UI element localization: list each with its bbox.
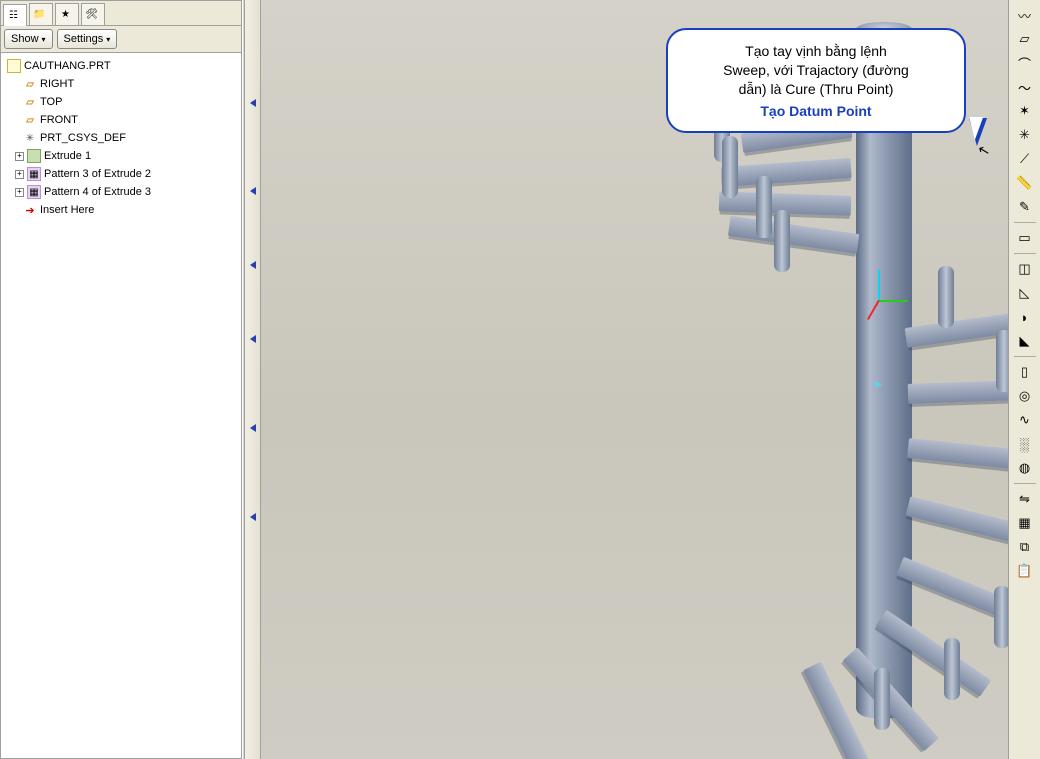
stair-step <box>896 557 1008 623</box>
annotation-callout: Tạo tay vịnh bằng lệnh Sweep, với Trajac… <box>666 28 966 133</box>
draft-icon[interactable]: ◺ <box>1012 281 1038 305</box>
baluster <box>874 668 890 730</box>
model-tree[interactable]: CAUTHANG.PRT ▱ RIGHT ▱ TOP ▱ FRONT ✳ PRT… <box>1 53 241 758</box>
stair-step <box>905 313 1008 348</box>
settings-button[interactable]: Settings <box>57 29 118 49</box>
ruler-marks <box>247 10 258 749</box>
extrude-icon <box>27 149 41 163</box>
tree-insert-here[interactable]: ➔ Insert Here <box>3 201 239 219</box>
axis-icon[interactable]: ⟋ <box>1012 147 1038 171</box>
show-button[interactable]: Show <box>4 29 53 49</box>
baluster <box>944 638 960 700</box>
tools-icon: 🛠 <box>85 8 99 22</box>
model-tree-panel: ☷ 📁 ★ 🛠 Show Settings CAUTHANG.PRT ▱ RIG… <box>0 0 242 759</box>
separator <box>1014 253 1036 254</box>
tree-plane-right[interactable]: ▱ RIGHT <box>3 75 239 93</box>
callout-line2: Sweep, với Trajactory (đường <box>682 61 950 80</box>
hole-icon[interactable]: ◍ <box>1012 456 1038 480</box>
tree-plane-front[interactable]: ▱ FRONT <box>3 111 239 129</box>
tree-root-label: CAUTHANG.PRT <box>24 60 111 72</box>
sidebar-buttons: Show Settings <box>1 26 241 53</box>
baluster <box>994 586 1008 648</box>
expand-icon[interactable]: + <box>15 170 24 179</box>
analysis-icon[interactable]: 📏 <box>1012 171 1038 195</box>
baluster <box>756 176 772 238</box>
tab-model-tree[interactable]: ☷ <box>3 4 27 26</box>
stair-step <box>907 438 1008 472</box>
copy-icon[interactable]: ⧉ <box>1012 535 1038 559</box>
spin-center-icon: ▸ <box>875 375 882 392</box>
mirror-icon[interactable]: ⇋ <box>1012 487 1038 511</box>
revolve-icon[interactable]: ◎ <box>1012 384 1038 408</box>
ruler-caret-icon <box>250 99 256 107</box>
rectangle-icon[interactable]: ▱ <box>1012 27 1038 51</box>
expand-icon[interactable]: + <box>15 152 24 161</box>
separator <box>1014 222 1036 223</box>
datum-point-icon[interactable]: ✶ <box>1012 99 1038 123</box>
insert-arrow-icon: ➔ <box>23 203 37 217</box>
coord-sys-icon[interactable]: ✳ <box>1012 123 1038 147</box>
tree-pattern3[interactable]: + ▦ Pattern 3 of Extrude 2 <box>3 165 239 183</box>
tree-root[interactable]: CAUTHANG.PRT <box>3 57 239 75</box>
extrude-icon[interactable]: ▯ <box>1012 360 1038 384</box>
chamfer-icon[interactable]: ◣ <box>1012 329 1038 353</box>
right-toolbar: 〰 ▱ ⌒ 〜 ✶ ✳ ⟋ 📏 ✎ ▭ ◫ ◺ ◗ ◣ ▯ ◎ ∿ ░ ◍ ⇋ … <box>1008 0 1040 759</box>
separator <box>1014 483 1036 484</box>
blend-icon[interactable]: ░ <box>1012 432 1038 456</box>
paste-icon[interactable]: 📋 <box>1012 559 1038 583</box>
baluster <box>996 330 1008 392</box>
callout-line3: dẫn) là Cure (Thru Point) <box>682 80 950 99</box>
ruler-caret-icon <box>250 424 256 432</box>
callout-line1: Tạo tay vịnh bằng lệnh <box>682 42 950 61</box>
tree-csys[interactable]: ✳ PRT_CSYS_DEF <box>3 129 239 147</box>
tab-favorites[interactable]: ★ <box>55 3 79 25</box>
folder-icon: 📁 <box>33 8 47 22</box>
callout-link[interactable]: Tạo Datum Point <box>682 103 950 119</box>
stair-step <box>728 216 860 254</box>
ruler-caret-icon <box>250 513 256 521</box>
shell-icon[interactable]: ◫ <box>1012 257 1038 281</box>
arc-icon[interactable]: ⌒ <box>1012 51 1038 75</box>
plane-icon[interactable]: ▭ <box>1012 226 1038 250</box>
spline-icon[interactable]: 〜 <box>1012 75 1038 99</box>
stair-step <box>721 158 852 187</box>
csys-icon: ✳ <box>23 131 37 145</box>
baluster <box>938 266 954 328</box>
star-icon: ★ <box>59 8 73 22</box>
plane-icon: ▱ <box>23 95 37 109</box>
part-icon <box>7 59 21 73</box>
plane-icon: ▱ <box>23 113 37 127</box>
tree-pattern4[interactable]: + ▦ Pattern 4 of Extrude 3 <box>3 183 239 201</box>
tab-folder[interactable]: 📁 <box>29 3 53 25</box>
z-axis-icon <box>878 270 880 300</box>
pattern-icon: ▦ <box>27 167 41 181</box>
tree-icon: ☷ <box>7 9 21 23</box>
pattern-icon: ▦ <box>27 185 41 199</box>
stair-step <box>908 379 1008 404</box>
separator <box>1014 356 1036 357</box>
line-icon[interactable]: 〰 <box>1012 3 1038 27</box>
ruler-caret-icon <box>250 261 256 269</box>
tab-layers[interactable]: 🛠 <box>81 3 105 25</box>
sketch-icon[interactable]: ✎ <box>1012 195 1038 219</box>
ruler-caret-icon <box>250 187 256 195</box>
pattern-icon[interactable]: ▦ <box>1012 511 1038 535</box>
sweep-icon[interactable]: ∿ <box>1012 408 1038 432</box>
tree-plane-top[interactable]: ▱ TOP <box>3 93 239 111</box>
tree-extrude1[interactable]: + Extrude 1 <box>3 147 239 165</box>
expand-icon[interactable]: + <box>15 188 24 197</box>
stair-step <box>906 496 1008 546</box>
y-axis-icon <box>878 300 908 302</box>
sash-ruler[interactable] <box>245 0 261 759</box>
baluster <box>722 136 738 198</box>
3d-viewport[interactable]: ▸ Tạo tay vịnh bằng lệnh Sweep, với Traj… <box>261 0 1008 759</box>
round-icon[interactable]: ◗ <box>1012 305 1038 329</box>
ruler-caret-icon <box>250 335 256 343</box>
plane-icon: ▱ <box>23 77 37 91</box>
sidebar-tabs: ☷ 📁 ★ 🛠 <box>1 1 241 26</box>
baluster <box>774 210 790 272</box>
